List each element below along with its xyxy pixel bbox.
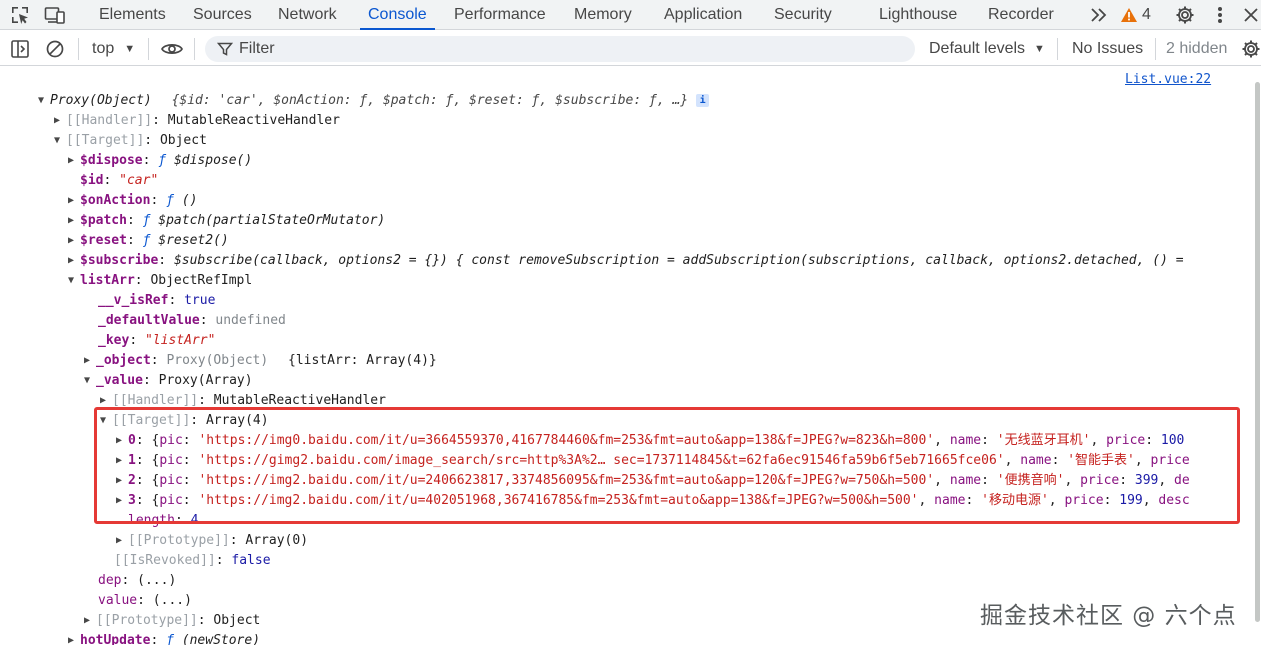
hidden-count[interactable]: 2 hidden bbox=[1166, 37, 1227, 61]
tree-row[interactable]: ▼ listArr: ObjectRefImpl bbox=[68, 271, 252, 291]
tab-lighthouse[interactable]: Lighthouse bbox=[879, 0, 957, 30]
tree-row[interactable]: ▶ [[Handler]]: MutableReactiveHandler bbox=[54, 111, 340, 131]
tab-elements[interactable]: Elements bbox=[99, 0, 166, 30]
tree-row[interactable]: ▼ [[Target]]: Object bbox=[54, 131, 207, 151]
more-tabs-icon[interactable] bbox=[1087, 3, 1111, 27]
filter-icon bbox=[216, 41, 234, 57]
device-toolbar-icon[interactable] bbox=[43, 3, 67, 27]
tree-row[interactable]: ▶ $reset: ƒ $reset2() bbox=[68, 231, 229, 251]
console-settings-gear-icon[interactable] bbox=[1240, 37, 1261, 61]
tab-console[interactable]: Console bbox=[360, 0, 435, 30]
tree-row[interactable]: ▶ $subscribe: $subscribe(callback, option… bbox=[68, 251, 1184, 271]
tab-sources[interactable]: Sources bbox=[193, 0, 252, 30]
tree-row[interactable]: ▶ hotUpdate: ƒ (newStore) bbox=[68, 631, 260, 645]
tree-row[interactable]: value: (...) bbox=[98, 591, 192, 611]
tree-row[interactable]: dep: (...) bbox=[98, 571, 176, 591]
issues-button[interactable]: No Issues bbox=[1072, 37, 1143, 61]
tree-row-root[interactable]: ▼ Proxy(Object) {$id: 'car', $onAction: ƒ… bbox=[38, 91, 710, 111]
context-select[interactable]: top ▼ bbox=[92, 37, 135, 61]
inspect-element-icon[interactable] bbox=[8, 3, 32, 27]
tab-network[interactable]: Network bbox=[278, 0, 337, 30]
tree-row[interactable]: ▶ $patch: ƒ $patch(partialStateOrMutator) bbox=[68, 211, 385, 231]
tree-row[interactable]: ▶ $dispose: ƒ $dispose() bbox=[68, 151, 252, 171]
tree-row: _key: "listArr" bbox=[98, 333, 216, 348]
tree-row: [[IsRevoked]]: false bbox=[114, 553, 271, 568]
warning-counter[interactable]: 4 bbox=[1120, 0, 1151, 30]
red-highlight-annotation bbox=[94, 407, 1240, 524]
tab-performance[interactable]: Performance bbox=[454, 0, 546, 30]
tree-row[interactable]: ▶ [[Prototype]]: Object bbox=[84, 611, 260, 631]
kebab-menu-icon[interactable] bbox=[1208, 3, 1232, 27]
filter-input[interactable] bbox=[239, 40, 899, 58]
info-icon[interactable]: i bbox=[696, 94, 710, 107]
source-link[interactable]: List.vue:22 bbox=[1125, 72, 1211, 87]
show-sidebar-icon[interactable] bbox=[8, 37, 32, 61]
close-icon[interactable] bbox=[1239, 3, 1261, 27]
tree-row: _defaultValue: undefined bbox=[98, 313, 286, 328]
tree-row: $id: "car" bbox=[80, 173, 159, 188]
chevron-down-icon: ▼ bbox=[124, 43, 136, 55]
context-label: top bbox=[92, 40, 115, 57]
tree-row[interactable]: ▶ _object: Proxy(Object) {listArr: Array(… bbox=[84, 351, 437, 371]
tree-row[interactable]: ▼ _value: Proxy(Array) bbox=[84, 371, 253, 391]
tab-recorder[interactable]: Recorder bbox=[988, 0, 1054, 30]
clear-console-icon[interactable] bbox=[43, 37, 67, 61]
watermark: 掘金技术社区 @ 六个点 bbox=[980, 603, 1237, 629]
expand-triangle-icon[interactable]: ▼ bbox=[38, 91, 50, 111]
scrollbar-thumb[interactable] bbox=[1255, 82, 1260, 622]
log-levels-dropdown[interactable]: Default levels ▼ bbox=[929, 37, 1045, 61]
tab-application[interactable]: Application bbox=[664, 0, 742, 30]
warning-icon bbox=[1120, 7, 1138, 23]
log-levels-label: Default levels bbox=[929, 40, 1026, 57]
settings-gear-icon[interactable] bbox=[1173, 3, 1197, 27]
tab-memory[interactable]: Memory bbox=[574, 0, 632, 30]
tab-security[interactable]: Security bbox=[774, 0, 832, 30]
tree-row[interactable]: ▶ [[Prototype]]: Array(0) bbox=[116, 531, 308, 551]
console-output: List.vue:22 ▼ Proxy(Object) {$id: 'car', … bbox=[0, 66, 1261, 645]
live-expression-eye-icon[interactable] bbox=[160, 37, 184, 61]
tree-row[interactable]: ▶ $onAction: ƒ () bbox=[68, 191, 197, 211]
filter-box[interactable] bbox=[205, 36, 915, 62]
warning-count: 4 bbox=[1142, 6, 1151, 23]
tree-row: __v_isRef: true bbox=[98, 293, 216, 308]
chevron-down-icon: ▼ bbox=[1034, 43, 1045, 55]
devtools-tabbar: Elements Sources Network Console Perform… bbox=[0, 0, 1261, 30]
